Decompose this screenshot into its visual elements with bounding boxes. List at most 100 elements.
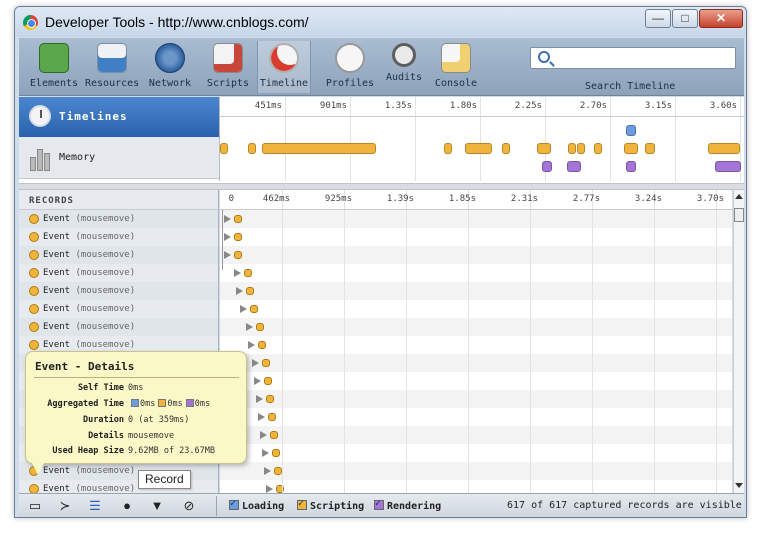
- expand-arrow-icon[interactable]: [254, 377, 261, 385]
- expand-arrow-icon[interactable]: [260, 431, 267, 439]
- expand-arrow-icon[interactable]: [234, 269, 241, 277]
- grid-line: [716, 210, 717, 493]
- event-dot-icon: [29, 484, 39, 493]
- tab-scripts[interactable]: Scripts: [201, 41, 255, 93]
- timeline-row[interactable]: [220, 354, 732, 372]
- close-button[interactable]: ✕: [699, 9, 743, 28]
- tab-network[interactable]: Network: [143, 41, 197, 93]
- rendering-bar: [567, 161, 581, 172]
- category-timelines[interactable]: Timelines: [19, 97, 219, 137]
- record-label: Event (mousemove): [43, 214, 135, 224]
- category-memory[interactable]: Memory: [19, 137, 219, 179]
- tab-resources[interactable]: Resources: [85, 41, 139, 93]
- filter-scripting[interactable]: Scripting: [297, 498, 364, 512]
- scroll-up-icon[interactable]: [735, 194, 743, 199]
- record-row[interactable]: Event (mousemove): [19, 228, 218, 246]
- record-row[interactable]: Event (mousemove): [19, 318, 218, 336]
- record-detail: (mousemove): [75, 322, 136, 332]
- timeline-row[interactable]: [220, 480, 732, 493]
- record-row[interactable]: Event (mousemove): [19, 246, 218, 264]
- record-bar: [246, 287, 254, 295]
- record-label: Event (mousemove): [43, 322, 135, 332]
- expand-arrow-icon[interactable]: [266, 485, 273, 493]
- expand-arrow-icon[interactable]: [224, 251, 231, 259]
- dock-button[interactable]: ▭: [23, 497, 47, 515]
- timeline-row[interactable]: [220, 210, 732, 228]
- event-dot-icon: [29, 268, 39, 278]
- timeline-row[interactable]: [220, 372, 732, 390]
- expand-arrow-icon[interactable]: [264, 467, 271, 475]
- checkbox-icon: [229, 498, 239, 510]
- tick-label: 1.35s: [384, 101, 412, 111]
- tab-elements[interactable]: Elements: [27, 41, 81, 93]
- timeline-row[interactable]: [220, 336, 732, 354]
- event-dot-icon: [29, 340, 39, 350]
- tab-console[interactable]: Console: [429, 41, 483, 93]
- timeline-row[interactable]: [220, 426, 732, 444]
- timeline-row[interactable]: [220, 264, 732, 282]
- event-dot-icon: [29, 214, 39, 224]
- grid-line: [740, 117, 741, 181]
- panel-divider[interactable]: [19, 183, 744, 190]
- overview-list-button[interactable]: ☰: [83, 497, 107, 515]
- grid-line: [675, 117, 676, 181]
- expand-arrow-icon[interactable]: [224, 233, 231, 241]
- record-bar: [274, 467, 282, 475]
- record-bar: [256, 323, 264, 331]
- maximize-button[interactable]: □: [672, 9, 698, 28]
- timeline-row[interactable]: [220, 462, 732, 480]
- tab-audits[interactable]: Audits: [377, 41, 431, 93]
- tick-label: 1.39s: [386, 194, 414, 204]
- timeline-row[interactable]: [220, 282, 732, 300]
- timeline-row[interactable]: [220, 228, 732, 246]
- record-row[interactable]: Event (mousemove): [19, 300, 218, 318]
- expand-arrow-icon[interactable]: [224, 215, 231, 223]
- grid-line: [468, 210, 469, 493]
- record-row[interactable]: Event (mousemove): [19, 282, 218, 300]
- record-row[interactable]: Event (mousemove): [19, 210, 218, 228]
- filter-loading[interactable]: Loading: [229, 498, 284, 512]
- clear-button[interactable]: ▼: [145, 497, 169, 515]
- expand-arrow-icon[interactable]: [262, 449, 269, 457]
- filter-rendering[interactable]: Rendering: [374, 498, 441, 512]
- expand-arrow-icon[interactable]: [256, 395, 263, 403]
- tab-profiles[interactable]: Profiles: [323, 41, 377, 93]
- timeline-row[interactable]: [220, 444, 732, 462]
- search-input[interactable]: [557, 50, 731, 66]
- tab-timeline[interactable]: Timeline: [257, 41, 311, 93]
- record-bar: [264, 377, 272, 385]
- record-label: Event (mousemove): [43, 304, 135, 314]
- timeline-row[interactable]: [220, 408, 732, 426]
- scroll-down-icon[interactable]: [735, 483, 743, 488]
- minimize-button[interactable]: —: [645, 9, 671, 28]
- console-toggle-button[interactable]: ≻: [53, 497, 77, 515]
- record-type: Event: [43, 250, 71, 260]
- record-row[interactable]: Event (mousemove): [19, 264, 218, 282]
- detail-duration: Duration 0 (at 359ms): [26, 415, 248, 429]
- record-bar: [262, 359, 270, 367]
- record-bar: [244, 269, 252, 277]
- timeline-row[interactable]: [220, 390, 732, 408]
- expand-arrow-icon[interactable]: [258, 413, 265, 421]
- expand-arrow-icon[interactable]: [252, 359, 259, 367]
- timeline-row[interactable]: [220, 318, 732, 336]
- record-label: Event (mousemove): [43, 484, 135, 493]
- details-divider: [34, 377, 239, 378]
- detail-value: 9.62MB of 23.67MB: [128, 446, 215, 456]
- records-timeline: 0 462ms 925ms 1.39s 1.85s 2.31s 2.77s 3.24s 3.70…: [220, 190, 732, 493]
- grid-line: [530, 210, 531, 493]
- records-scrollbar[interactable]: [733, 190, 744, 493]
- scroll-thumb[interactable]: [734, 208, 744, 222]
- timeline-row[interactable]: [220, 246, 732, 264]
- gc-button[interactable]: ⊘: [177, 497, 201, 515]
- detail-value: 0 (at 359ms): [128, 415, 190, 425]
- expand-arrow-icon[interactable]: [240, 305, 247, 313]
- expand-arrow-icon[interactable]: [248, 341, 255, 349]
- timelines-label: Timelines: [59, 110, 128, 123]
- overview-track[interactable]: [219, 117, 744, 181]
- record-button[interactable]: ●: [115, 497, 139, 515]
- expand-arrow-icon[interactable]: [236, 287, 243, 295]
- tick-label: 3.15s: [644, 101, 672, 111]
- expand-arrow-icon[interactable]: [246, 323, 253, 331]
- timeline-row[interactable]: [220, 300, 732, 318]
